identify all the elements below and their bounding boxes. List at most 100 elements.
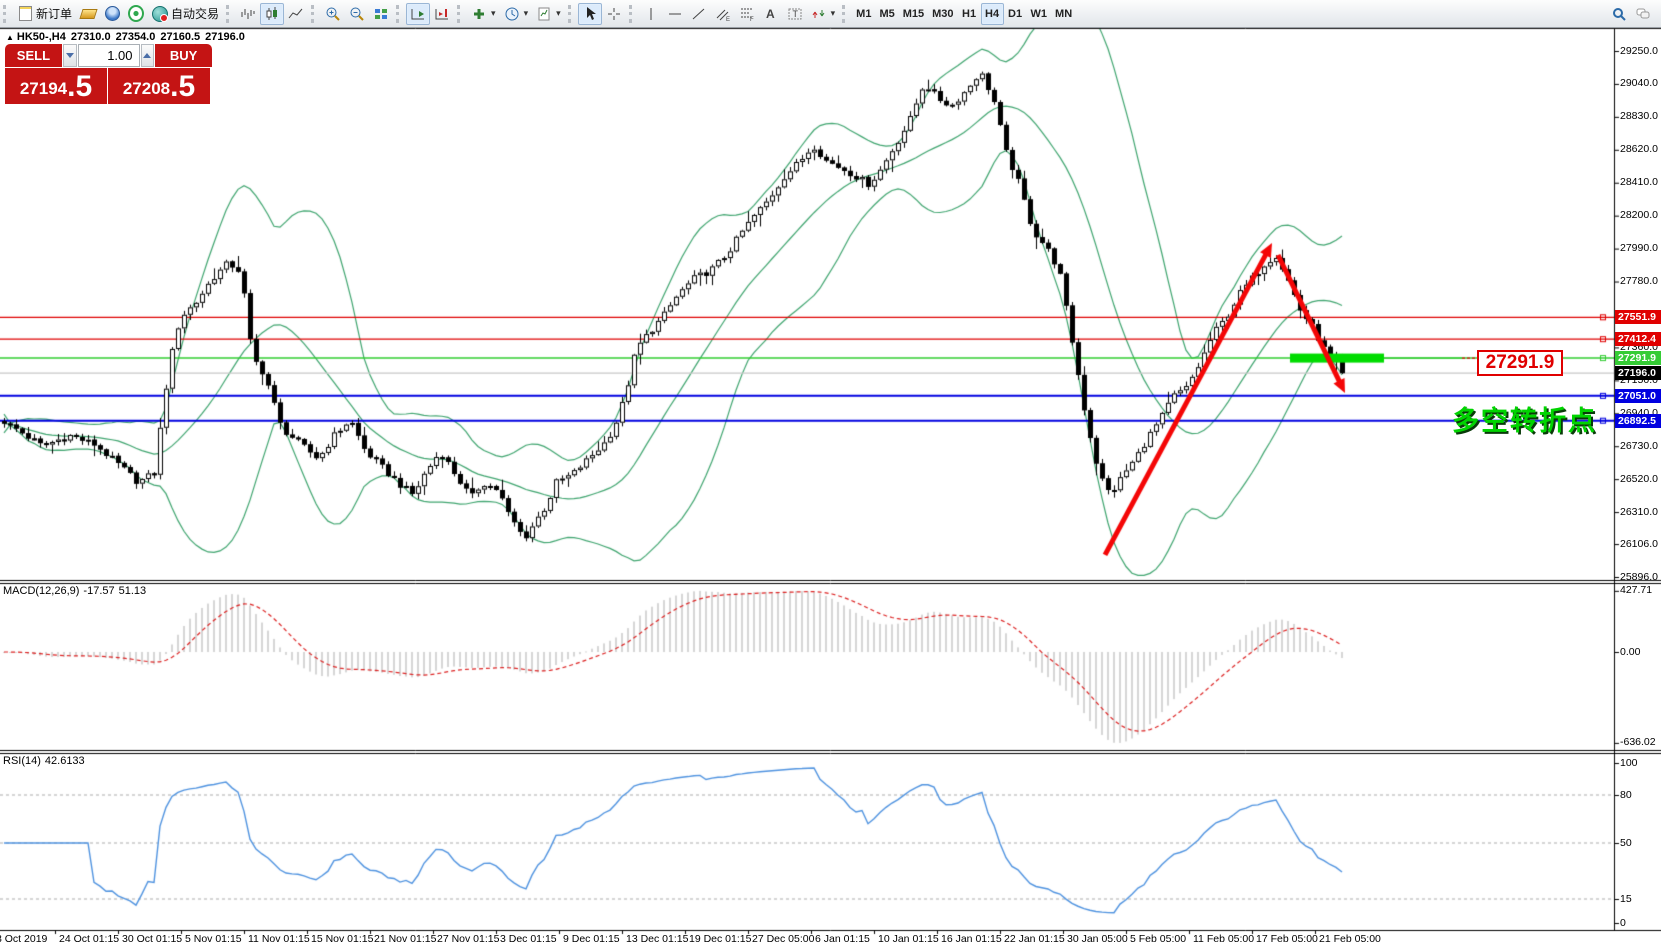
- time-axis-label: 16 Jan 01:15: [941, 933, 1002, 945]
- rsi-name: RSI(14): [3, 755, 41, 767]
- ohlc-high: 27354.0: [116, 31, 156, 43]
- time-axis-label: 6 Jan 01:15: [815, 933, 870, 945]
- tf-h1-button[interactable]: H1: [958, 3, 981, 25]
- autotrading-label: 自动交易: [171, 5, 219, 22]
- tile-windows-button[interactable]: [369, 3, 393, 25]
- ohlc-low: 27160.5: [160, 31, 200, 43]
- metaeditor-button[interactable]: [76, 3, 100, 25]
- auto-scroll-button[interactable]: [406, 3, 430, 25]
- signals-button[interactable]: [124, 3, 148, 25]
- sell-price-panel[interactable]: 27194 .5: [5, 68, 107, 104]
- chart-shift-icon: [434, 6, 450, 22]
- arrows-button[interactable]: ▾: [807, 3, 840, 25]
- price-level-tag: 27291.9: [1615, 351, 1661, 365]
- svg-text:E: E: [726, 17, 730, 22]
- candlestick-chart-button[interactable]: [260, 3, 284, 25]
- shapes-icon: [811, 6, 827, 22]
- new-order-button[interactable]: 新订单: [13, 3, 76, 25]
- tf-m1-button[interactable]: M1: [852, 3, 875, 25]
- zoom-in-button[interactable]: [321, 3, 345, 25]
- toolbar-grip: [311, 5, 317, 23]
- tf-m5-label: M5: [879, 8, 894, 20]
- autotrading-icon: [152, 6, 168, 22]
- triangle-up-icon: [143, 53, 151, 58]
- zoom-in-icon: [325, 6, 341, 22]
- tf-h4-button[interactable]: H4: [981, 3, 1004, 25]
- volume-decrease-button[interactable]: [63, 44, 77, 67]
- toolbar-grip: [629, 5, 635, 23]
- text-label-button[interactable]: T: [783, 3, 807, 25]
- crosshair-button[interactable]: [602, 3, 626, 25]
- sell-button[interactable]: SELL: [5, 44, 62, 67]
- time-axis-label: 19 Dec 01:15: [689, 933, 751, 945]
- dropdown-arrow-icon[interactable]: ▾: [491, 8, 496, 19]
- templates-button[interactable]: ▾: [532, 3, 565, 25]
- time-axis-label: 22 Jan 01:15: [1004, 933, 1065, 945]
- periods-button[interactable]: ▾: [500, 3, 533, 25]
- chat-button[interactable]: [1631, 3, 1655, 25]
- tf-m5-button[interactable]: M5: [875, 3, 898, 25]
- tf-h1-label: H1: [962, 8, 976, 20]
- trendline-button[interactable]: [687, 3, 711, 25]
- macd-name: MACD(12,26,9): [3, 585, 79, 597]
- community-icon: [104, 6, 120, 22]
- toolbar-grip: [226, 5, 232, 23]
- price-annotation-tag[interactable]: 27291.9: [1477, 350, 1563, 376]
- toolbar-right: [1607, 3, 1661, 25]
- cursor-button[interactable]: [578, 3, 602, 25]
- time-axis-label: 11 Feb 05:00: [1193, 933, 1254, 945]
- dropdown-arrow-icon[interactable]: ▾: [556, 8, 561, 19]
- ohlc-open: 27310.0: [71, 31, 111, 43]
- rsi-indicator-label: RSI(14)42.6133: [3, 755, 89, 767]
- tf-m1-label: M1: [856, 8, 871, 20]
- tf-w1-button[interactable]: W1: [1027, 3, 1052, 25]
- horizontal-line-button[interactable]: [663, 3, 687, 25]
- tf-m15-button[interactable]: M15: [899, 3, 928, 25]
- macd-indicator-label: MACD(12,26,9)-17.5751.13: [3, 585, 150, 597]
- time-axis-label: 24 Oct 01:15: [59, 933, 119, 945]
- tf-w1-label: W1: [1031, 8, 1048, 20]
- tf-m30-label: M30: [932, 8, 953, 20]
- rsi-axis-tick: 100: [1620, 757, 1638, 770]
- tf-h4-label: H4: [985, 8, 999, 20]
- volume-increase-button[interactable]: [141, 44, 155, 67]
- periods-icon: [504, 6, 520, 22]
- price-axis-tick: 28620.0: [1620, 143, 1658, 156]
- search-button[interactable]: [1607, 3, 1631, 25]
- buy-price-panel[interactable]: 27208 .5: [108, 68, 210, 104]
- price-axis-tick: 29040.0: [1620, 77, 1658, 90]
- zoom-out-button[interactable]: [345, 3, 369, 25]
- collapse-triangle-icon[interactable]: ▲: [6, 33, 14, 42]
- tf-mn-button[interactable]: MN: [1051, 3, 1076, 25]
- equidistant-channel-button[interactable]: E: [711, 3, 735, 25]
- indicators-button[interactable]: ▾: [467, 3, 500, 25]
- buy-price-pips: .5: [170, 72, 195, 102]
- vline-icon: [643, 6, 659, 22]
- chart-shift-button[interactable]: [430, 3, 454, 25]
- toolbar-grip: [457, 5, 463, 23]
- ohlc-close: 27196.0: [205, 31, 245, 43]
- tf-m30-button[interactable]: M30: [928, 3, 957, 25]
- dropdown-arrow-icon[interactable]: ▾: [524, 8, 529, 19]
- text-button[interactable]: A: [759, 3, 783, 25]
- tf-d1-label: D1: [1008, 8, 1022, 20]
- price-axis-tick: 26730.0: [1620, 440, 1658, 453]
- tf-d1-button[interactable]: D1: [1004, 3, 1027, 25]
- time-axis-label: 10 Jan 01:15: [878, 933, 939, 945]
- time-axis-label: 11 Nov 01:15: [248, 933, 310, 945]
- line-chart-button[interactable]: [284, 3, 308, 25]
- chart-canvas[interactable]: [0, 0, 1661, 949]
- time-axis-label: 21 Feb 05:00: [1319, 933, 1381, 945]
- buy-button[interactable]: BUY: [155, 44, 212, 67]
- indicators-icon: [471, 6, 487, 22]
- macd-main-value: -17.57: [83, 585, 114, 597]
- vertical-line-button[interactable]: [639, 3, 663, 25]
- dropdown-arrow-icon[interactable]: ▾: [831, 8, 836, 19]
- volume-input[interactable]: [78, 44, 140, 67]
- macd-axis-tick: 427.71: [1620, 584, 1652, 597]
- bar-chart-button[interactable]: [236, 3, 260, 25]
- fibonacci-button[interactable]: F: [735, 3, 759, 25]
- community-button[interactable]: [100, 3, 124, 25]
- autotrading-button[interactable]: 自动交易: [148, 3, 223, 25]
- text-icon: A: [763, 6, 779, 22]
